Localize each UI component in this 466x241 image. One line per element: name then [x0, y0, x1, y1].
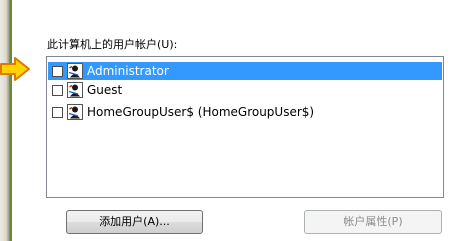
user-checkbox[interactable] [52, 106, 63, 118]
user-row-guest[interactable]: Guest [48, 81, 442, 99]
user-row-homegroupuser[interactable]: HomeGroupUser$ (HomeGroupUser$) [48, 103, 442, 121]
user-account-icon [67, 63, 83, 79]
user-row-administrator[interactable]: Administrator [48, 62, 442, 80]
add-user-button[interactable]: 添加用户(A)... [66, 210, 203, 234]
user-checkbox[interactable] [52, 84, 63, 96]
user-checkbox[interactable] [52, 65, 63, 77]
window-border [10, 0, 12, 241]
account-properties-button[interactable]: 帐户属性(P) [304, 210, 442, 234]
user-name: Guest [87, 83, 123, 97]
user-account-icon [67, 82, 83, 98]
user-name: HomeGroupUser$ (HomeGroupUser$) [87, 105, 315, 119]
user-accounts-label: 此计算机上的用户帐户(U): [47, 38, 178, 51]
arrow-right-icon [0, 57, 30, 81]
user-account-icon [67, 104, 83, 120]
user-accounts-list[interactable]: Administrator Guest HomeGroupUser$ (Home… [46, 56, 444, 198]
user-name: Administrator [87, 64, 169, 78]
window-left-edge [0, 0, 10, 241]
